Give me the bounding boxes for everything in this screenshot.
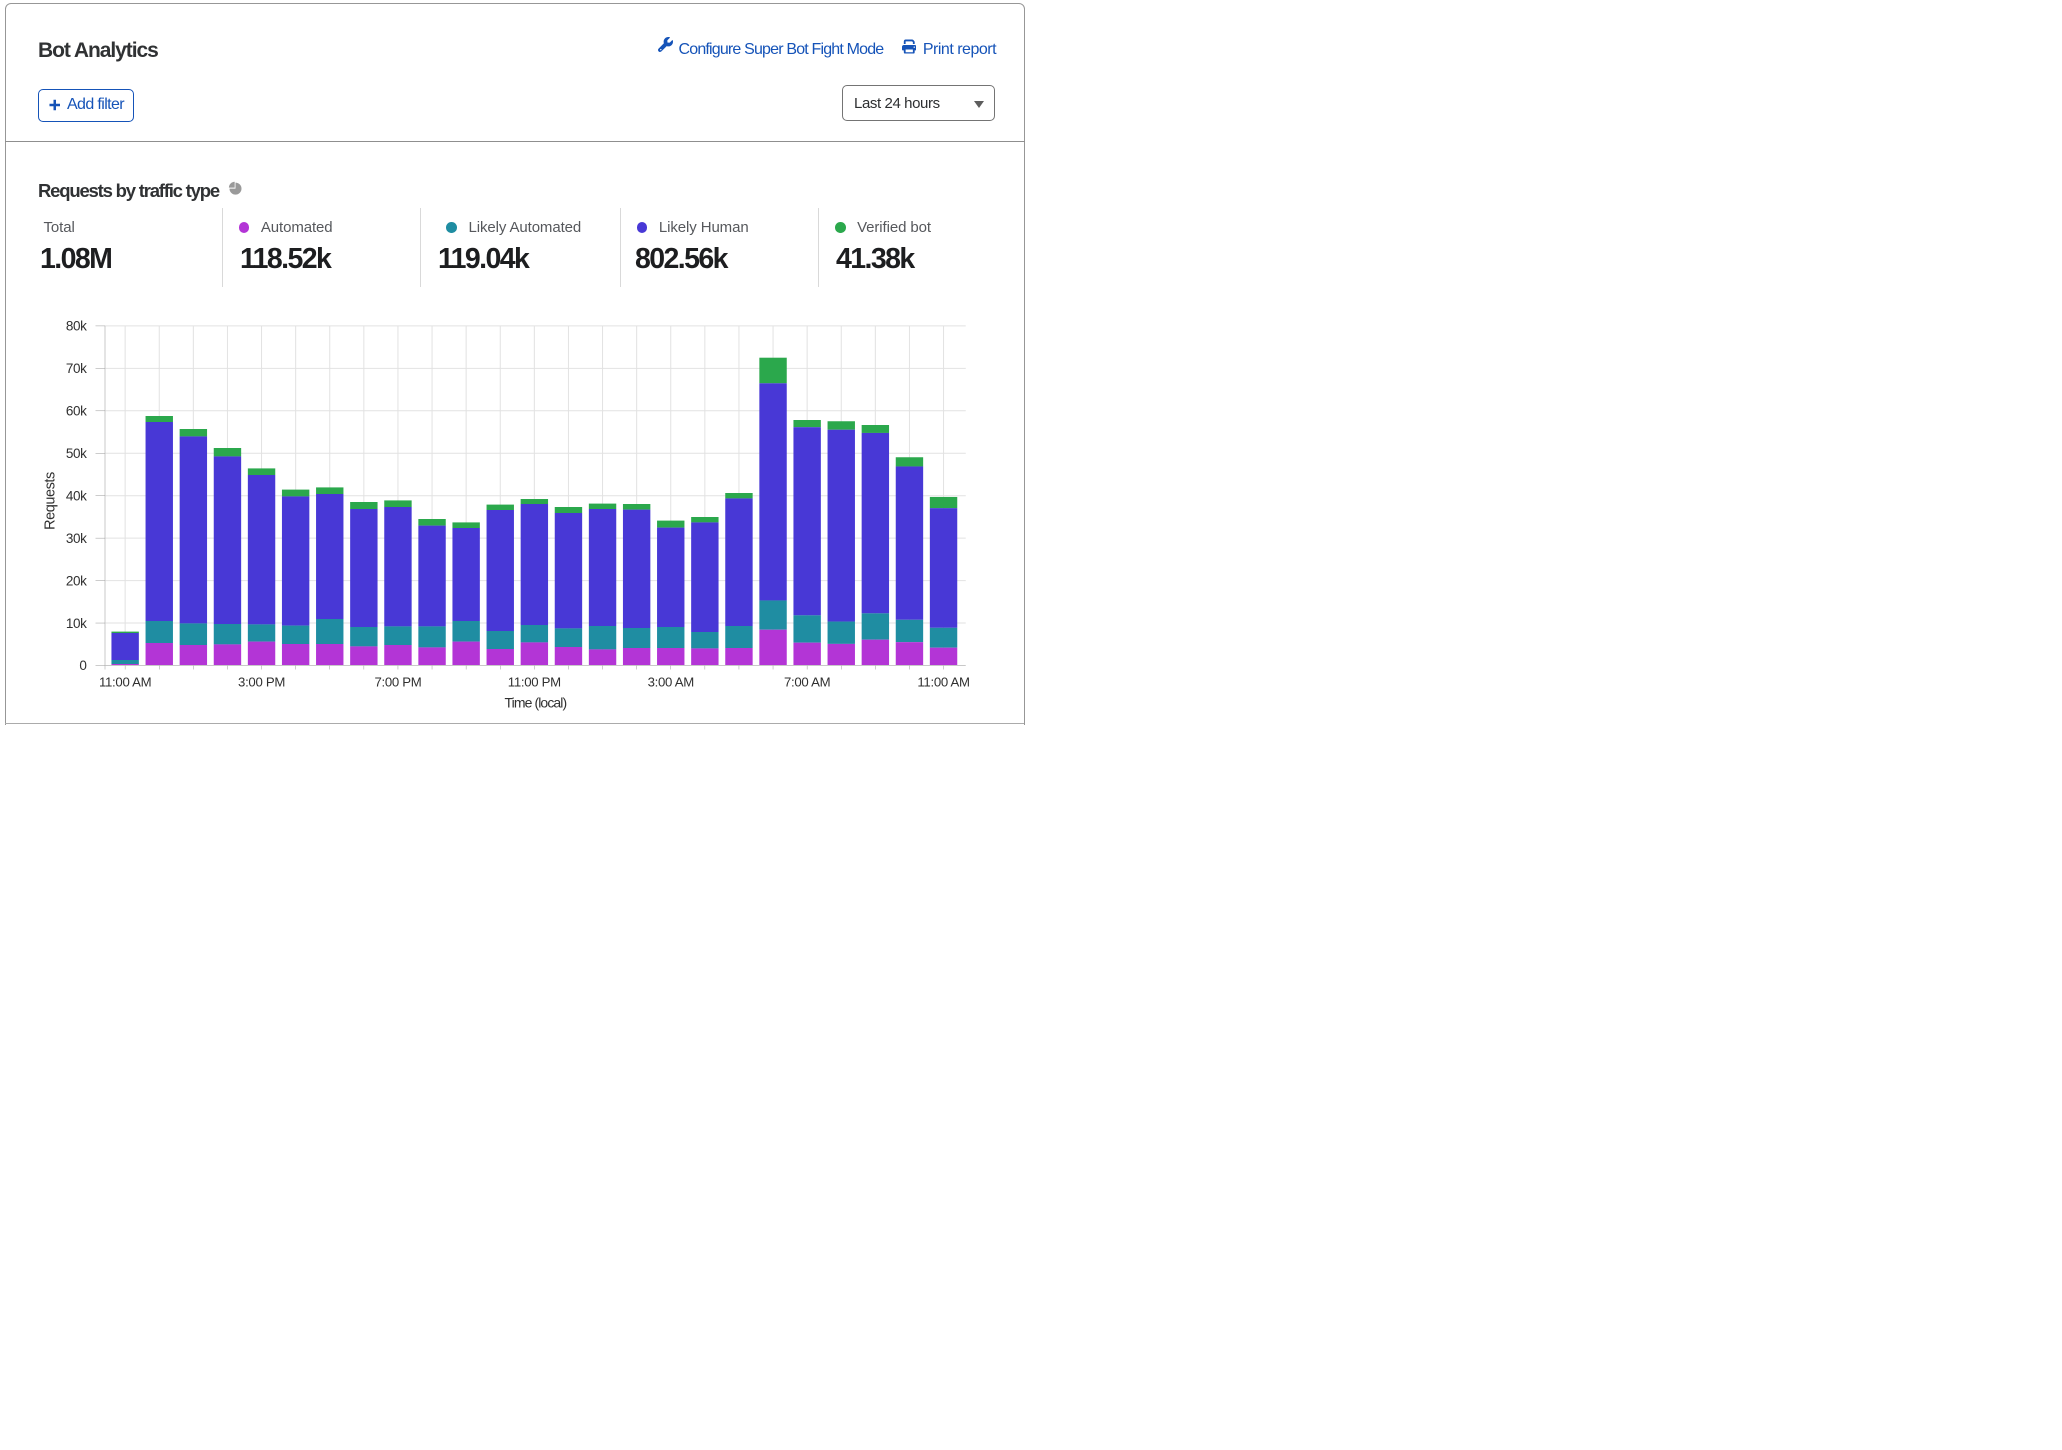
- svg-text:20k: 20k: [66, 573, 87, 588]
- svg-text:3:00 PM: 3:00 PM: [238, 674, 285, 689]
- svg-text:Time (local): Time (local): [504, 695, 566, 711]
- svg-text:11:00 PM: 11:00 PM: [508, 674, 561, 689]
- svg-text:60k: 60k: [66, 404, 87, 419]
- svg-text:0: 0: [79, 658, 86, 673]
- svg-text:40k: 40k: [66, 488, 87, 503]
- svg-text:70k: 70k: [66, 361, 87, 376]
- svg-text:30k: 30k: [66, 531, 87, 546]
- svg-text:50k: 50k: [66, 446, 87, 461]
- svg-text:11:00 AM: 11:00 AM: [99, 674, 151, 689]
- svg-text:7:00 PM: 7:00 PM: [374, 674, 421, 689]
- svg-text:11:00 AM: 11:00 AM: [917, 674, 969, 689]
- svg-text:Requests: Requests: [43, 472, 59, 530]
- svg-text:7:00 AM: 7:00 AM: [784, 674, 830, 689]
- svg-text:3:00 AM: 3:00 AM: [648, 674, 694, 689]
- svg-text:80k: 80k: [66, 319, 87, 334]
- svg-text:10k: 10k: [66, 616, 87, 631]
